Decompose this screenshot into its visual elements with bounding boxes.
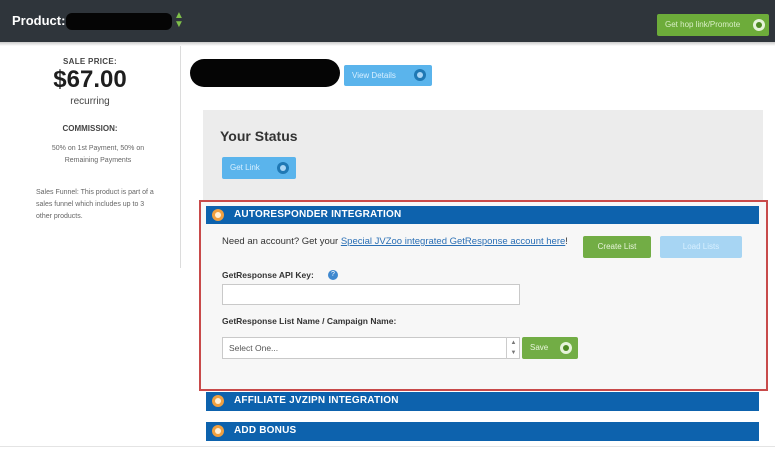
- commission-label: COMMISSION:: [62, 124, 118, 133]
- product-title-redacted: [190, 59, 340, 87]
- load-lists-label: Load Lists: [682, 242, 720, 251]
- sales-funnel-text: Sales Funnel: This product is part of a …: [36, 189, 154, 220]
- promote-button-label: Get hop link/Promote: [665, 20, 741, 29]
- bottom-divider: [0, 446, 775, 447]
- account-prompt-text: Need an account? Get your: [222, 236, 339, 247]
- circle-arrow-icon: [414, 69, 426, 81]
- api-key-input[interactable]: [222, 284, 520, 305]
- list-select[interactable]: Select One...: [222, 337, 520, 359]
- status-title: Your Status: [220, 128, 298, 144]
- product-name-redacted[interactable]: [66, 13, 172, 30]
- save-label: Save: [530, 343, 549, 352]
- add-bonus-header-label: ADD BONUS: [234, 425, 297, 436]
- view-details-button[interactable]: View Details: [344, 65, 432, 86]
- sale-price-label: SALE PRICE:: [63, 57, 117, 66]
- get-link-button[interactable]: Get Link: [222, 157, 296, 179]
- circle-arrow-icon: [277, 162, 289, 174]
- autoresponder-header-label: AUTORESPONDER INTEGRATION: [234, 209, 402, 220]
- load-lists-button[interactable]: Load Lists: [660, 236, 742, 258]
- create-list-label: Create List: [597, 242, 637, 251]
- top-bar-shadow: [0, 42, 775, 46]
- get-link-label: Get Link: [230, 163, 260, 172]
- product-label: Product:: [12, 13, 66, 28]
- chevron-updown-icon[interactable]: ▲ ▼: [506, 337, 520, 359]
- create-list-button[interactable]: Create List: [583, 236, 651, 258]
- commission-text: 50% on 1st Payment, 50% on Remaining Pay…: [51, 145, 145, 164]
- sale-price: $67.00: [53, 66, 127, 93]
- price-type: recurring: [70, 96, 110, 107]
- chevron-switch-icon[interactable]: ▲ ▼: [174, 11, 184, 31]
- add-bonus-header[interactable]: ADD BONUS: [206, 422, 759, 441]
- view-details-label: View Details: [352, 71, 396, 80]
- section-toggle-icon: [212, 425, 224, 437]
- section-toggle-icon: [212, 209, 224, 221]
- autoresponder-header[interactable]: AUTORESPONDER INTEGRATION: [206, 206, 759, 224]
- sidebar-divider: [180, 46, 181, 268]
- account-prompt-suffix: !: [565, 236, 568, 247]
- section-toggle-icon: [212, 395, 224, 407]
- list-name-label: GetResponse List Name / Campaign Name:: [222, 316, 397, 326]
- list-select-value: Select One...: [229, 343, 279, 353]
- account-prompt: Need an account? Get your Special JVZoo …: [222, 236, 568, 247]
- circle-arrow-icon: [560, 342, 572, 354]
- api-key-label: GetResponse API Key:: [222, 270, 314, 280]
- promote-button[interactable]: Get hop link/Promote: [657, 14, 769, 36]
- getresponse-account-link[interactable]: Special JVZoo integrated GetResponse acc…: [341, 236, 565, 247]
- help-icon[interactable]: ?: [328, 270, 338, 280]
- affiliate-header-label: AFFILIATE JVZIPN INTEGRATION: [234, 395, 399, 406]
- circle-arrow-icon: [753, 19, 765, 31]
- affiliate-jvzipn-header[interactable]: AFFILIATE JVZIPN INTEGRATION: [206, 392, 759, 411]
- save-button[interactable]: Save: [522, 337, 578, 359]
